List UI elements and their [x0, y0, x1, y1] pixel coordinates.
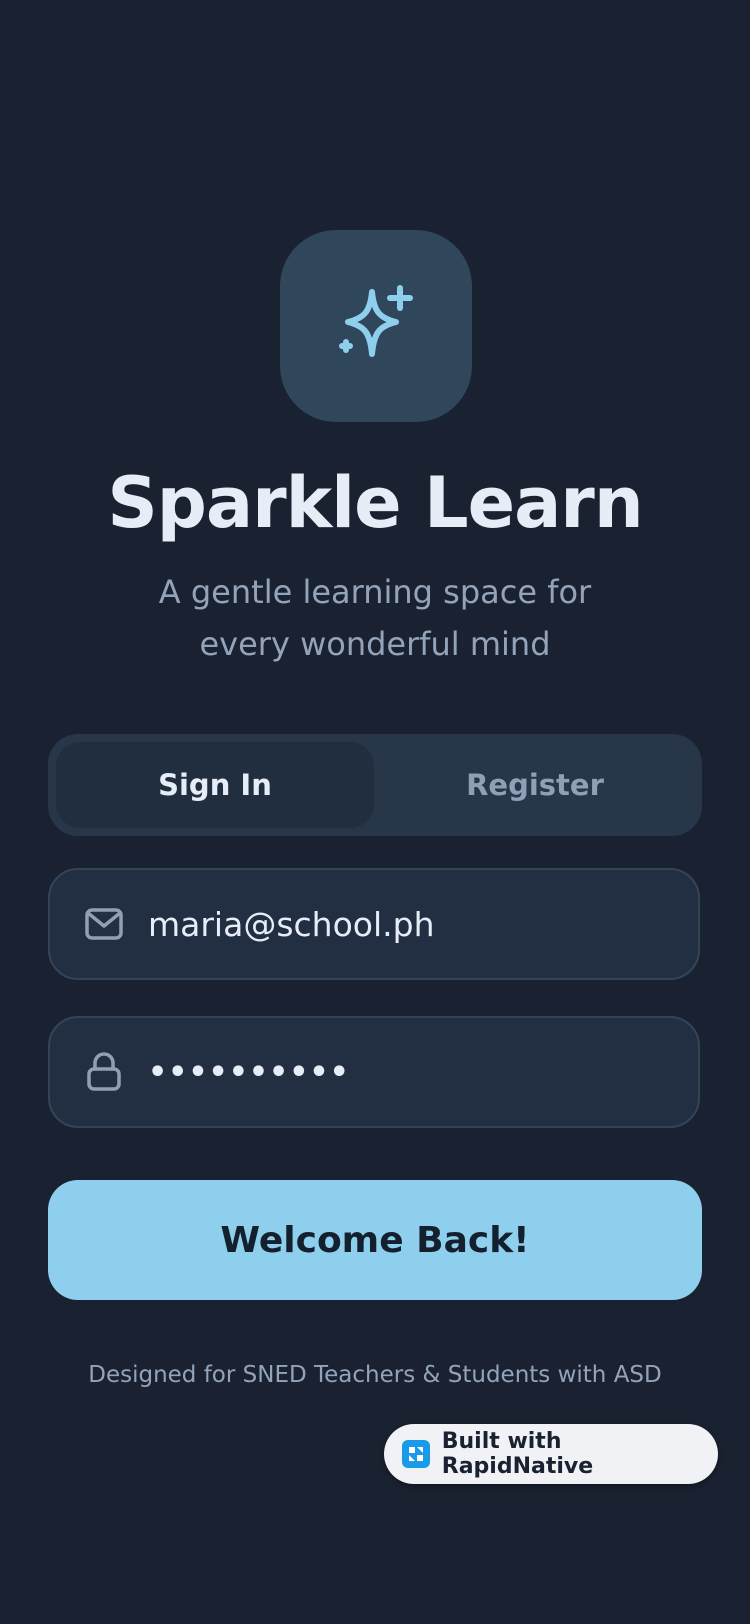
email-value: maria@school.ph: [148, 904, 435, 944]
tab-sign-in[interactable]: Sign In: [56, 742, 374, 828]
app-title: Sparkle Learn: [107, 462, 643, 544]
auth-tabs: Sign In Register: [48, 734, 702, 836]
welcome-back-button[interactable]: Welcome Back!: [48, 1180, 702, 1300]
sparkle-icon: [339, 285, 413, 357]
sign-in-screen: Sparkle Learn A gentle learning space fo…: [0, 0, 750, 1624]
rapidnative-badge[interactable]: Built with RapidNative: [384, 1424, 718, 1484]
password-field[interactable]: ••••••••••: [48, 1016, 700, 1128]
tab-register[interactable]: Register: [376, 742, 694, 828]
rapidnative-logo-icon: [402, 1440, 430, 1468]
rapidnative-badge-label: Built with RapidNative: [441, 1429, 594, 1479]
password-value: ••••••••••: [148, 1054, 350, 1090]
lock-icon: [84, 1052, 124, 1092]
email-field[interactable]: maria@school.ph: [48, 868, 700, 980]
app-subtitle: A gentle learning space for every wonder…: [158, 573, 592, 663]
footer-tagline: Designed for SNED Teachers & Students wi…: [88, 1362, 662, 1388]
app-icon-tile: [280, 230, 472, 422]
mail-icon: [84, 904, 124, 944]
